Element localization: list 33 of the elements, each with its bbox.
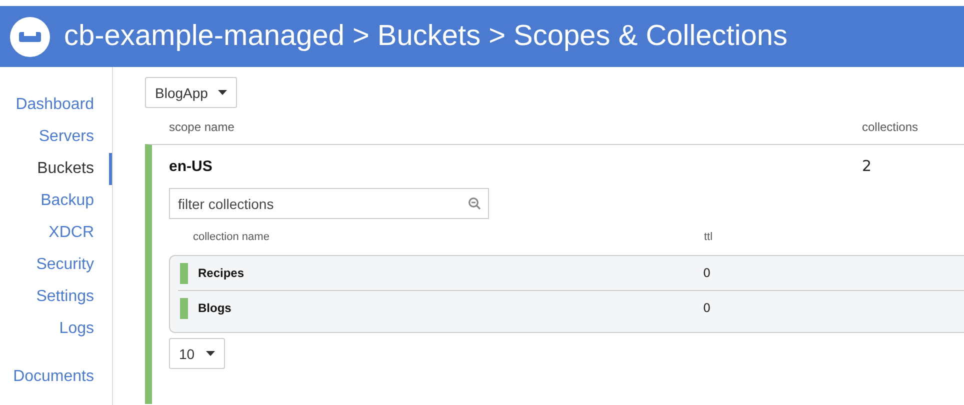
ttl-value: 0 bbox=[703, 301, 711, 315]
nav-link[interactable]: Documents bbox=[0, 361, 112, 393]
nav-link[interactable]: Security bbox=[0, 249, 112, 281]
collection-name[interactable]: Blogs bbox=[198, 301, 703, 315]
column-header: collections bbox=[862, 120, 918, 134]
nav-link[interactable]: Buckets bbox=[0, 153, 112, 185]
column-header: scope name bbox=[169, 120, 234, 134]
nav-link[interactable]: Dashboard bbox=[0, 89, 112, 121]
caret-icon bbox=[206, 351, 215, 356]
nav-link[interactable]: Backup bbox=[0, 185, 112, 217]
nav-link[interactable]: Logs bbox=[0, 313, 112, 345]
status-bar-icon bbox=[180, 298, 188, 318]
scope-row[interactable]: en-US 2 filter collections collection name ttl Recipes 0 Blogs 0 10 bbox=[145, 144, 964, 404]
column-header: ttl bbox=[704, 231, 713, 243]
status-bar-icon bbox=[180, 262, 188, 284]
nav-link[interactable]: XDCR bbox=[0, 217, 112, 249]
caret-icon bbox=[218, 90, 227, 95]
nav-link[interactable]: Settings bbox=[0, 281, 112, 313]
nav-link[interactable]: Servers bbox=[0, 121, 112, 153]
breadcrumb-link[interactable]: cb-example-managed bbox=[64, 20, 344, 53]
breadcrumb-link[interactable]: Buckets bbox=[377, 20, 481, 53]
scope-name: en-US bbox=[169, 158, 214, 174]
breadcrumb-separator: > bbox=[488, 20, 506, 53]
ttl-value: 0 bbox=[703, 266, 711, 280]
filter-field[interactable]: filter collections bbox=[169, 188, 489, 219]
collection-name[interactable]: Recipes bbox=[198, 266, 703, 280]
logo-icon bbox=[10, 16, 50, 56]
breadcrumb-separator: > bbox=[352, 20, 370, 53]
search-icon bbox=[468, 197, 481, 210]
page-size-dropdown[interactable]: 10 bbox=[169, 338, 225, 369]
column-header: collection name bbox=[193, 231, 270, 243]
bucket-dropdown[interactable]: BlogApp bbox=[145, 77, 237, 108]
collection-count: 2 bbox=[862, 157, 872, 175]
